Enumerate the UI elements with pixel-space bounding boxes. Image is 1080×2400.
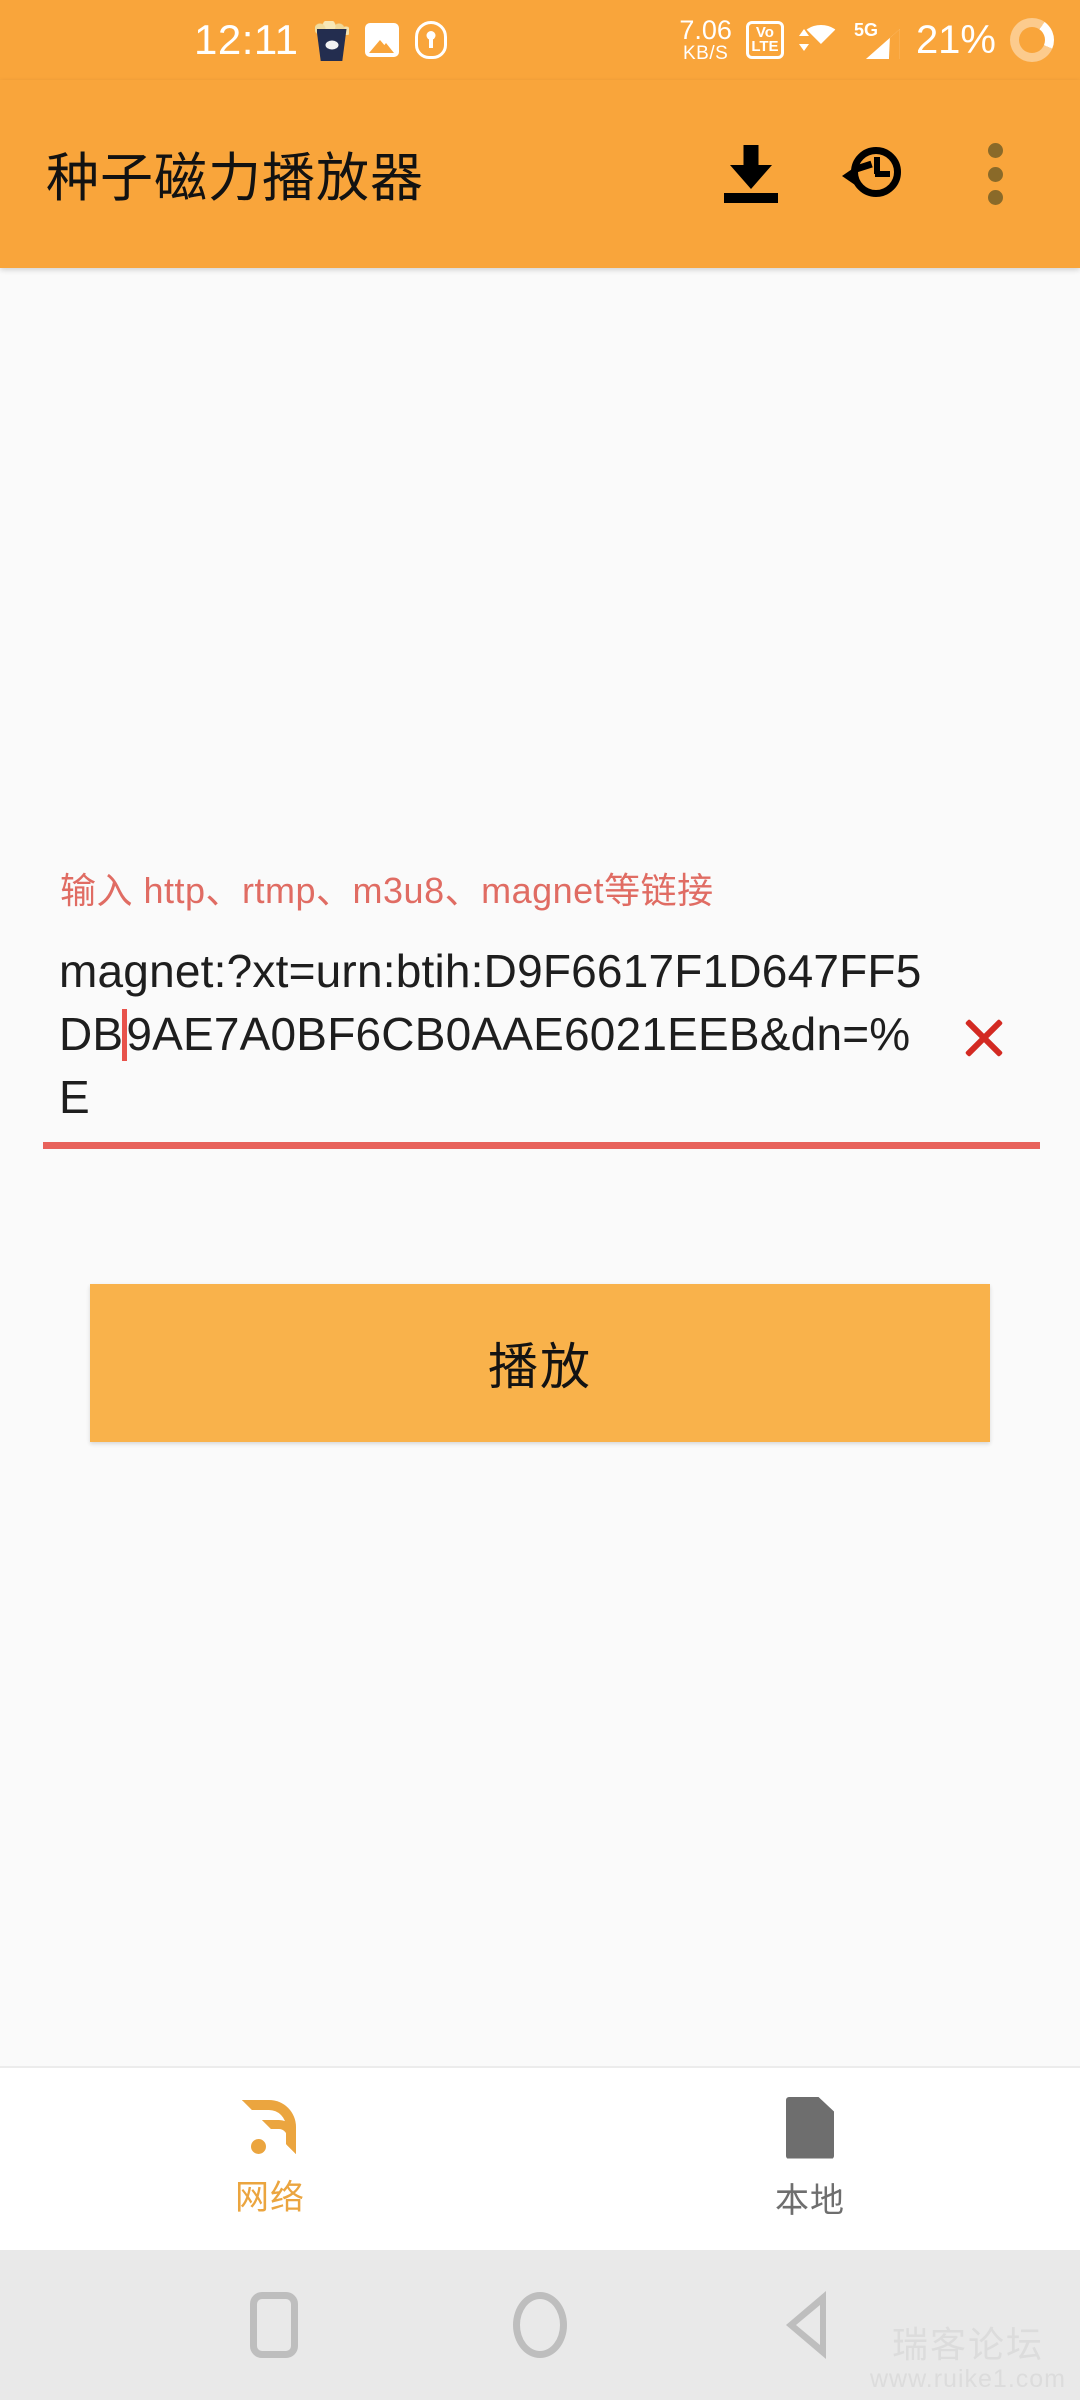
triangle-left-icon xyxy=(786,2291,826,2359)
home-button[interactable] xyxy=(496,2281,584,2369)
volte-bottom-text: LTE xyxy=(751,38,779,55)
overflow-menu-button[interactable] xyxy=(956,135,1034,213)
square-icon xyxy=(250,2292,298,2358)
watermark-line-2: www.ruike1.com xyxy=(870,2365,1066,2394)
battery-percent-label: 21% xyxy=(915,17,996,62)
url-input-hint-label: 输入 http、rtmp、m3u8、magnet等链接 xyxy=(60,870,714,911)
recents-button[interactable] xyxy=(230,2281,318,2369)
app-title: 种子磁力播放器 xyxy=(46,149,424,208)
history-clock-icon xyxy=(842,143,904,205)
url-input-underline xyxy=(43,1142,1040,1149)
phone-screen: 12:11 7.06 KB/S Vo LTE 5G 21% 种子磁力播放器 输入… xyxy=(0,0,1080,2400)
android-system-nav-bar: 瑞客论坛 www.ruike1.com xyxy=(0,2250,1080,2400)
network-speed-value: 7.06 xyxy=(679,14,732,45)
watermark-line-1: 瑞客论坛 xyxy=(891,2323,1044,2365)
main-content: 输入 http、rtmp、m3u8、magnet等链接 magnet:?xt=u… xyxy=(0,268,1080,2066)
watermark: 瑞客论坛 www.ruike1.com xyxy=(870,2324,1066,2394)
volte-icon: Vo LTE xyxy=(745,21,784,59)
status-bar-right: 7.06 KB/S Vo LTE 5G 21% xyxy=(679,14,1054,65)
url-input-row: magnet:?xt=urn:btih:D9F6617F1D647FF5DB9A… xyxy=(43,940,1040,1129)
status-bar: 12:11 7.06 KB/S Vo LTE 5G 21% xyxy=(0,0,1080,80)
history-button[interactable] xyxy=(834,135,912,213)
app-bar-actions xyxy=(712,135,1034,213)
status-bar-left: 12:11 xyxy=(194,19,447,61)
url-input[interactable]: magnet:?xt=urn:btih:D9F6617F1D647FF5DB9A… xyxy=(43,940,938,1129)
document-icon xyxy=(786,2096,834,2159)
download-icon xyxy=(724,145,778,203)
rss-signal-icon xyxy=(242,2099,298,2156)
app-bar: 种子磁力播放器 xyxy=(0,80,1080,268)
more-vertical-icon xyxy=(986,143,1004,205)
status-bar-clock: 12:11 xyxy=(194,16,299,63)
cellular-signal-icon: 5G xyxy=(853,20,900,59)
network-speed-unit: KB/S xyxy=(683,43,729,65)
download-button[interactable] xyxy=(712,135,790,213)
gallery-icon xyxy=(364,23,399,57)
wifi-icon xyxy=(798,23,840,57)
popcorn-app-icon xyxy=(314,19,349,61)
network-speed-indicator: 7.06 KB/S xyxy=(679,14,732,65)
bottom-navigation-bar: 网络 本地 xyxy=(0,2066,1080,2250)
battery-ring-icon xyxy=(1010,18,1054,62)
bottom-nav-item-network[interactable]: 网络 xyxy=(0,2068,540,2250)
bottom-nav-item-local[interactable]: 本地 xyxy=(540,2068,1080,2250)
clear-input-button[interactable] xyxy=(938,992,1030,1084)
location-shield-icon xyxy=(414,21,447,59)
play-button[interactable]: 播放 xyxy=(90,1284,990,1442)
circle-icon xyxy=(513,2292,567,2358)
url-input-value-part2: 9AE7A0BF6CB0AAE6021EEB&dn=%E xyxy=(59,1008,911,1123)
back-button[interactable] xyxy=(762,2281,850,2369)
bottom-nav-label-local: 本地 xyxy=(775,2181,845,2220)
bottom-nav-label-network: 网络 xyxy=(235,2178,305,2217)
signal-generation-label: 5G xyxy=(853,20,878,40)
